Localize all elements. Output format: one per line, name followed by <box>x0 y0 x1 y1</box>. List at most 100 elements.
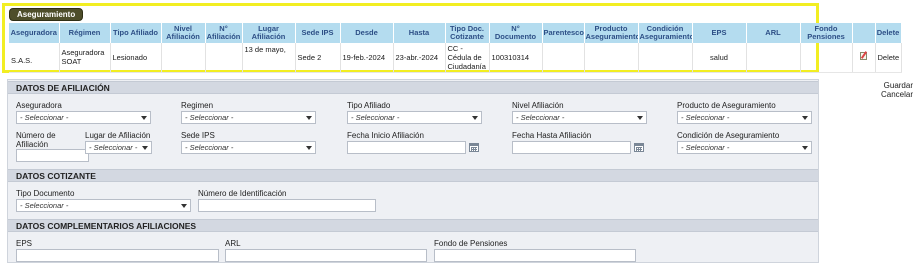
cell-aseguradora: S.A.S. <box>9 43 60 73</box>
grid-title: Aseguramiento <box>9 8 84 21</box>
tipo-documento-select[interactable]: - Seleccionar - <box>16 199 191 212</box>
chevron-down-icon <box>142 146 148 150</box>
cell-hasta: 23-abr.-2024 <box>393 43 446 73</box>
cancel-button[interactable]: Cancelar <box>873 90 913 99</box>
lugar-afiliacion-label: Lugar de Afiliación <box>85 131 151 140</box>
chevron-down-icon <box>472 116 478 120</box>
col-delete: Delete <box>875 23 902 43</box>
numero-identificacion-label: Número de Identificación <box>198 189 287 198</box>
cell-parentesco <box>542 43 585 73</box>
aseguradora-label: Aseguradora <box>16 101 62 110</box>
col-n-afiliacion[interactable]: N° Afiliación <box>205 23 243 43</box>
tipo-documento-label: Tipo Documento <box>16 189 75 198</box>
chevron-down-icon <box>306 116 312 120</box>
col-desde[interactable]: Desde <box>340 23 394 43</box>
cell-lugar-afiliacion: 13 de mayo, <box>242 43 296 73</box>
tipo-documento-value: - Seleccionar - <box>20 201 69 210</box>
cell-condicion <box>638 43 693 73</box>
col-aseguradora[interactable]: Aseguradora <box>9 23 60 43</box>
cell-regimen: Aseguradora SOAT <box>59 43 111 73</box>
cell-n-afiliacion <box>205 43 243 73</box>
fecha-inicio-input[interactable] <box>347 141 466 154</box>
chevron-down-icon <box>802 116 808 120</box>
eps-input[interactable] <box>16 249 219 262</box>
regimen-value: - Seleccionar - <box>185 113 234 122</box>
col-condicion[interactable]: Condición Aseguramiento <box>638 23 693 43</box>
cell-sede-ips: Sede 2 <box>295 43 341 73</box>
table-row[interactable]: S.A.S. Aseguradora SOAT Lesionado 13 de … <box>9 43 902 73</box>
cell-edit <box>852 43 876 73</box>
sede-ips-label: Sede IPS <box>181 131 215 140</box>
fecha-inicio-label: Fecha Inicio Afiliación <box>347 131 424 140</box>
cell-n-documento: 100310314 <box>489 43 543 73</box>
eps-label: EPS <box>16 239 33 248</box>
col-nivel-afiliacion[interactable]: Nivel Afiliación <box>161 23 206 43</box>
numero-afiliacion-input[interactable] <box>16 149 89 162</box>
cell-fondo <box>800 43 853 73</box>
tipo-afiliado-value: - Seleccionar - <box>351 113 400 122</box>
col-fondo[interactable]: Fondo Pensiones <box>800 23 853 43</box>
fondo-pensiones-input[interactable] <box>434 249 636 262</box>
sede-ips-value: - Seleccionar - <box>185 143 234 152</box>
fecha-hasta-input[interactable] <box>512 141 631 154</box>
numero-identificacion-input[interactable] <box>198 199 376 212</box>
col-arl[interactable]: ARL <box>746 23 801 43</box>
cell-tipo-doc-cotizante: CC - Cédula de Ciudadanía <box>445 43 490 73</box>
section-header-complementarios: DATOS COMPLEMENTARIOS AFILIACIONES <box>8 219 818 232</box>
afiliacion-form: DATOS DE AFILIACIÓN Aseguradora - Selecc… <box>7 79 819 263</box>
section-header-afiliacion: DATOS DE AFILIACIÓN <box>8 81 818 94</box>
fecha-hasta-label: Fecha Hasta Afiliación <box>512 131 592 140</box>
col-parentesco[interactable]: Parentesco <box>542 23 585 43</box>
cell-tipo-afiliado: Lesionado <box>110 43 162 73</box>
cell-arl <box>746 43 801 73</box>
chevron-down-icon <box>306 146 312 150</box>
lugar-afiliacion-select[interactable]: - Seleccionar - <box>85 141 152 154</box>
fondo-pensiones-label: Fondo de Pensiones <box>434 239 508 248</box>
aseguradora-value: - Seleccionar - <box>20 113 69 122</box>
col-n-documento[interactable]: N° Documento <box>489 23 543 43</box>
producto-label: Producto de Aseguramiento <box>677 101 776 110</box>
cell-eps: salud <box>692 43 747 73</box>
col-lugar-afiliacion[interactable]: Lugar Afiliación <box>242 23 296 43</box>
producto-value: - Seleccionar - <box>681 113 730 122</box>
col-regimen[interactable]: Régimen <box>59 23 111 43</box>
regimen-select[interactable]: - Seleccionar - <box>181 111 316 124</box>
tipo-afiliado-select[interactable]: - Seleccionar - <box>347 111 482 124</box>
arl-label: ARL <box>225 239 241 248</box>
numero-afiliacion-label: Número de Afiliación <box>16 131 56 149</box>
save-button[interactable]: Guardar <box>873 81 913 90</box>
calendar-icon[interactable] <box>634 143 644 152</box>
col-tipo-afiliado[interactable]: Tipo Afiliado <box>110 23 162 43</box>
condicion-label: Condición de Aseguramiento <box>677 131 780 140</box>
aseguradora-select[interactable]: - Seleccionar - <box>16 111 151 124</box>
condicion-value: - Seleccionar - <box>681 143 730 152</box>
chevron-down-icon <box>181 204 187 208</box>
regimen-label: Regimen <box>181 101 214 110</box>
col-sede-ips[interactable]: Sede IPS <box>295 23 341 43</box>
aseguramiento-grid-panel: Aseguramiento Aseguradora Régimen Tipo A… <box>2 3 902 73</box>
section-header-cotizante: DATOS COTIZANTE <box>8 169 818 182</box>
producto-select[interactable]: - Seleccionar - <box>677 111 812 124</box>
chevron-down-icon <box>637 116 643 120</box>
arl-input[interactable] <box>225 249 427 262</box>
col-edit <box>852 23 876 43</box>
aseguramiento-table: Aseguradora Régimen Tipo Afiliado Nivel … <box>9 23 902 73</box>
cell-nivel-afiliacion <box>161 43 206 73</box>
chevron-down-icon <box>141 116 147 120</box>
col-tipo-doc-cotizante[interactable]: Tipo Doc. Cotizante <box>445 23 490 43</box>
calendar-icon[interactable] <box>469 143 479 152</box>
lugar-afiliacion-value: - Seleccionar - <box>89 143 138 152</box>
delete-link[interactable]: Delete <box>875 43 902 73</box>
col-producto[interactable]: Producto Aseguramiento <box>584 23 639 43</box>
col-eps[interactable]: EPS <box>692 23 747 43</box>
nivel-afiliacion-select[interactable]: - Seleccionar - <box>512 111 647 124</box>
condicion-select[interactable]: - Seleccionar - <box>677 141 812 154</box>
sede-ips-select[interactable]: - Seleccionar - <box>181 141 316 154</box>
chevron-down-icon <box>802 146 808 150</box>
col-hasta[interactable]: Hasta <box>393 23 446 43</box>
form-actions: Guardar Cancelar <box>873 81 913 99</box>
nivel-afiliacion-label: Nivel Afiliación <box>512 101 564 110</box>
cell-desde: 19-feb.-2024 <box>340 43 394 73</box>
nivel-afiliacion-value: - Seleccionar - <box>516 113 565 122</box>
edit-icon[interactable] <box>859 51 869 61</box>
